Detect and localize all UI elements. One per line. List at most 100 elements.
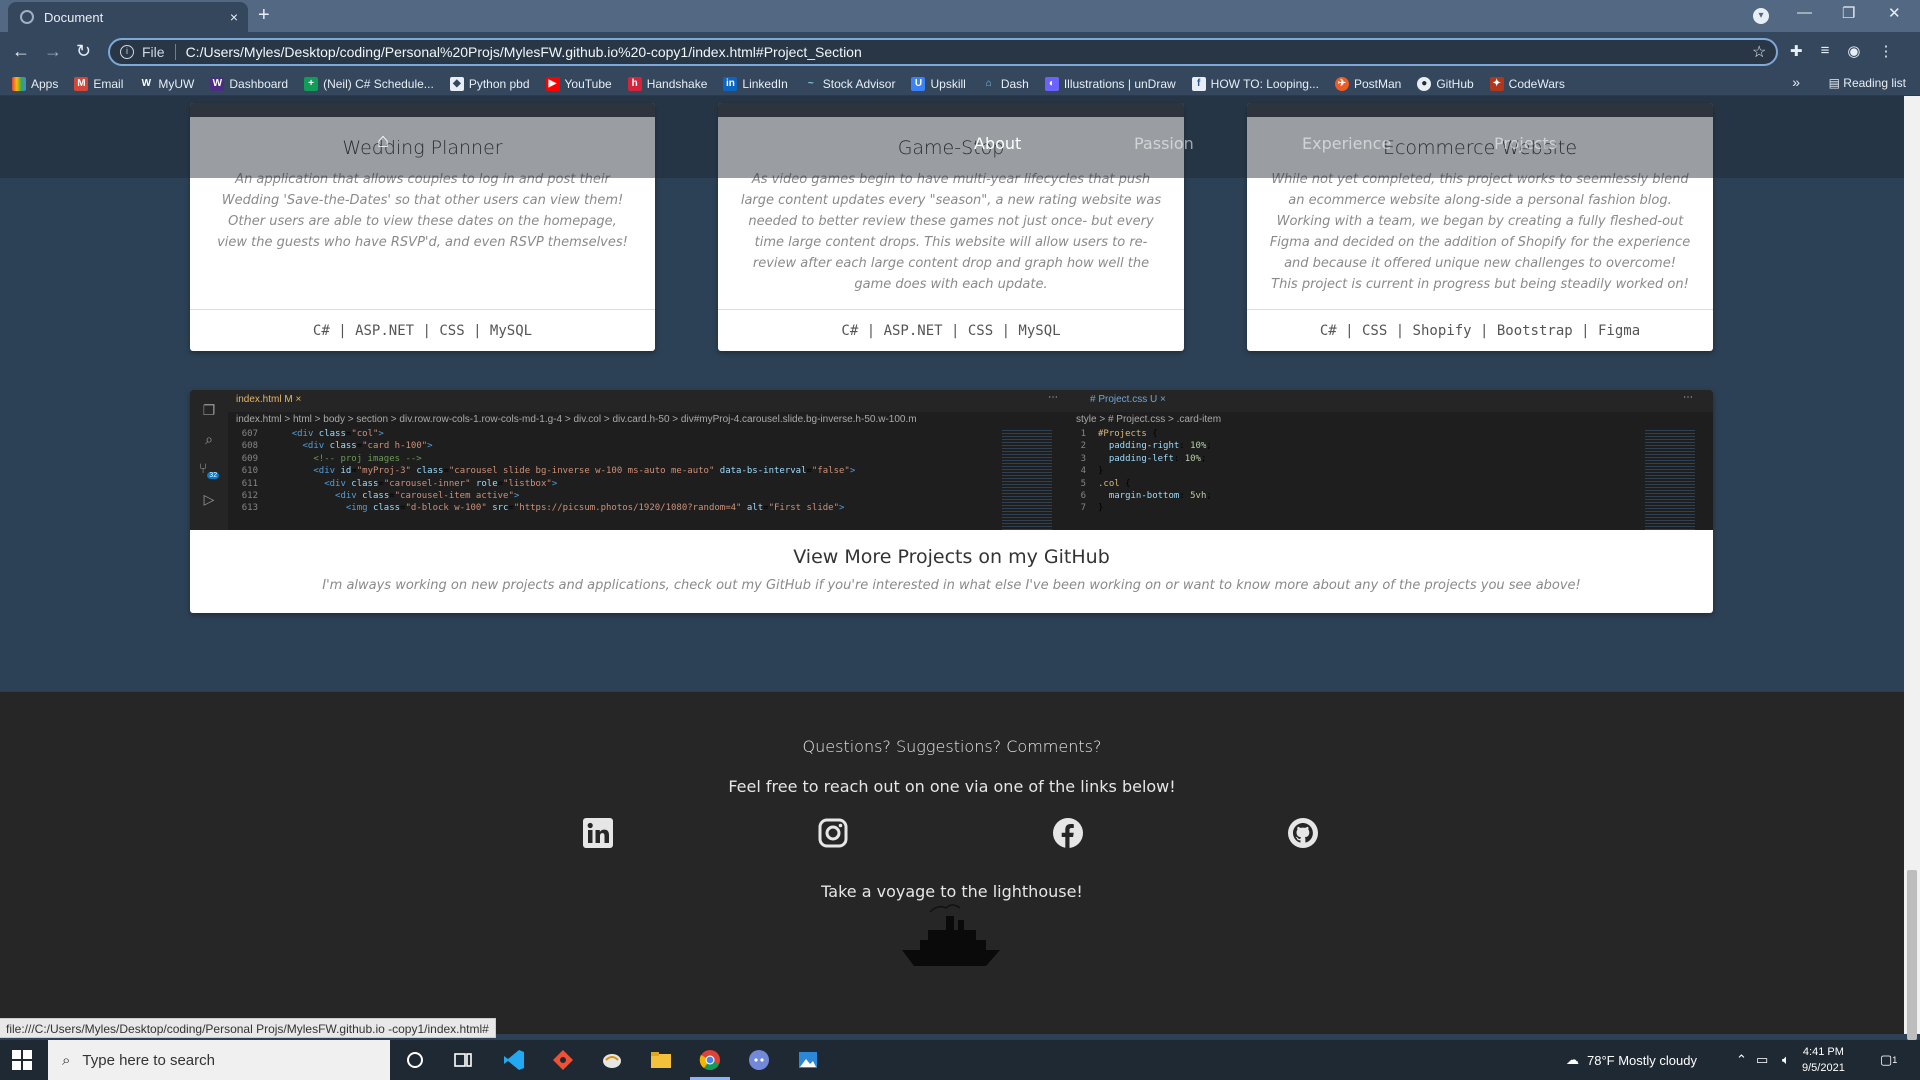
github-card-title[interactable]: View More Projects on my GitHub xyxy=(190,546,1713,568)
git-kraken-icon[interactable] xyxy=(551,1048,575,1072)
bookmark-dashboard[interactable]: W Dashboard xyxy=(210,76,288,91)
vscode-minimap xyxy=(1645,428,1695,530)
github-projects-card[interactable]: ❐ ⌕ ⑂ 32 ▷ index.html M × # Project.css U… xyxy=(190,390,1713,613)
uw-icon: W xyxy=(139,76,154,91)
file-explorer-icon[interactable] xyxy=(649,1048,673,1072)
window-close-icon[interactable]: ✕ xyxy=(1888,4,1901,22)
site-footer: Questions? Suggestions? Comments? Feel f… xyxy=(0,691,1904,1034)
bookmark-label: Python pbd xyxy=(468,76,530,91)
bookmark-youtube[interactable]: ▶ YouTube xyxy=(545,76,612,91)
github-card-text: I'm always working on new projects and a… xyxy=(322,578,1581,593)
task-view-icon[interactable] xyxy=(451,1048,475,1072)
notifications-icon[interactable]: ▢ 1 xyxy=(1880,1040,1897,1080)
bookmark-stock-advisor[interactable]: ~ Stock Advisor xyxy=(803,76,895,91)
reading-list-button[interactable]: ▤ Reading list xyxy=(1829,76,1906,90)
extensions-icon[interactable]: ✚ xyxy=(1790,42,1803,60)
tray-chevron-icon[interactable]: ⌃ xyxy=(1736,1040,1747,1080)
taskbar-search[interactable]: ⌕ Type here to search xyxy=(48,1040,390,1080)
breadcrumb-right: style > # Project.css > .card-item xyxy=(1076,414,1222,425)
volume-icon[interactable]: 🔈︎ xyxy=(1782,1040,1790,1080)
back-icon[interactable]: ← xyxy=(12,41,30,62)
bookmark-myuw[interactable]: W MyUW xyxy=(139,76,194,91)
vscode-screenshot: ❐ ⌕ ⑂ 32 ▷ index.html M × # Project.css U… xyxy=(190,390,1713,530)
github-icon[interactable] xyxy=(1287,817,1319,849)
search-icon: ⌕ xyxy=(205,431,213,447)
site-info-icon[interactable]: i xyxy=(120,45,134,59)
vscode-activity-bar: ❐ ⌕ ⑂ 32 ▷ xyxy=(190,390,228,530)
vscode-tab-css: # Project.css U × xyxy=(1090,394,1166,405)
bookmark-label: LinkedIn xyxy=(742,76,788,91)
nav-passion[interactable]: Passion xyxy=(1134,134,1194,153)
bookmark-apps[interactable]: Apps xyxy=(12,76,58,91)
bookmark-schedule[interactable]: + (Neil) C# Schedule... xyxy=(304,76,434,91)
bookmark-star-icon[interactable]: ☆ xyxy=(1752,42,1766,62)
instagram-icon[interactable] xyxy=(817,817,849,849)
footer-reach-out: Feel free to reach out on one via one of… xyxy=(728,777,1176,796)
bookmarks-bar: Apps M Email W MyUW W Dashboard + (Neil) C# … xyxy=(0,72,1920,96)
network-icon[interactable]: ▭ xyxy=(1756,1040,1768,1080)
bookmark-handshake[interactable]: h Handshake xyxy=(627,76,707,91)
menu-kebab-icon[interactable]: ⋮ xyxy=(1878,42,1893,60)
github-icon: ● xyxy=(1417,76,1432,91)
bookmark-email[interactable]: M Email xyxy=(74,76,124,91)
bookmark-codewars[interactable]: ✦ CodeWars xyxy=(1489,76,1565,91)
source-control-badge: 32 xyxy=(207,471,220,479)
scrollbar-thumb[interactable] xyxy=(1907,870,1917,1040)
more-bookmarks-button[interactable]: » xyxy=(1792,74,1800,90)
nav-experience[interactable]: Experience xyxy=(1302,134,1391,153)
windows-start-icon[interactable] xyxy=(12,1050,32,1070)
chrome-icon[interactable] xyxy=(698,1048,722,1072)
home-icon[interactable]: ⌂ xyxy=(377,130,399,152)
new-tab-button[interactable]: + xyxy=(258,4,270,27)
footer-voyage-link[interactable]: Take a voyage to the lighthouse! xyxy=(0,882,1904,901)
media-queue-icon[interactable]: ≡ xyxy=(1821,42,1830,60)
browser-tab[interactable]: Document × xyxy=(8,2,248,32)
reading-list-label: Reading list xyxy=(1843,76,1906,90)
bookmark-label: Email xyxy=(93,76,124,91)
bookmark-postman[interactable]: ✈ PostMan xyxy=(1334,76,1401,91)
link-status-bar: file:///C:/Users/Myles/Desktop/coding/Pe… xyxy=(0,1018,496,1038)
vscode-app-icon[interactable] xyxy=(502,1048,526,1072)
bookmark-upskill[interactable]: U Upskill xyxy=(911,76,966,91)
bookmark-linkedin[interactable]: in LinkedIn xyxy=(723,76,788,91)
nav-projects[interactable]: Projects xyxy=(1494,134,1557,153)
search-icon: ⌕ xyxy=(62,1051,71,1069)
project-tech-stack: C# | ASP.NET | CSS | MySQL xyxy=(190,309,655,351)
weather-widget[interactable]: ☁ 78°F Mostly cloudy xyxy=(1566,1040,1697,1080)
bookmark-dash[interactable]: ⌂ Dash xyxy=(981,76,1029,91)
bookmark-github[interactable]: ● GitHub xyxy=(1417,76,1474,91)
profile-avatar[interactable]: ◉ xyxy=(1847,42,1860,60)
tab-title: Document xyxy=(44,9,104,25)
minimize-icon[interactable]: — xyxy=(1797,4,1812,21)
reload-icon[interactable]: ↻ xyxy=(76,41,91,62)
bookmark-python[interactable]: ◆ Python pbd xyxy=(449,76,530,91)
project-tech-stack: C# | ASP.NET | CSS | MySQL xyxy=(718,309,1184,351)
photos-icon[interactable] xyxy=(796,1048,820,1072)
more-actions-icon: ⋯ xyxy=(1048,392,1058,403)
taskbar-search-placeholder: Type here to search xyxy=(82,1051,215,1069)
mysql-workbench-icon[interactable] xyxy=(600,1048,624,1072)
run-icon: ▷ xyxy=(203,490,215,507)
tab-search-icon[interactable]: ▾ xyxy=(1753,8,1769,24)
stock-advisor-icon: ~ xyxy=(803,76,818,91)
url-divider xyxy=(174,44,176,60)
facebook-icon[interactable] xyxy=(1052,817,1084,849)
bookmark-howto[interactable]: f HOW TO: Looping... xyxy=(1191,76,1319,91)
files-icon: ❐ xyxy=(202,402,216,418)
bookmark-undraw[interactable]: ◐ Illustrations | unDraw xyxy=(1044,76,1176,91)
linkedin-icon[interactable] xyxy=(582,817,614,849)
apps-grid-icon xyxy=(12,76,26,91)
postman-icon: ✈ xyxy=(1334,76,1349,91)
restore-icon[interactable]: ❐ xyxy=(1842,4,1855,22)
url-text[interactable]: C:/Users/Myles/Desktop/coding/Personal%2… xyxy=(186,44,862,60)
address-bar[interactable]: i File C:/Users/Myles/Desktop/coding/Per… xyxy=(108,38,1778,66)
clock-time: 4:41 PM xyxy=(1802,1046,1844,1058)
cortana-icon[interactable] xyxy=(403,1048,427,1072)
vscode-minimap xyxy=(1002,428,1052,530)
discord-icon[interactable] xyxy=(747,1048,771,1072)
ship-icon[interactable] xyxy=(900,902,1004,972)
system-clock[interactable]: 4:41 PM 9/5/2021 xyxy=(1802,1044,1845,1076)
nav-about[interactable]: About xyxy=(974,134,1021,153)
tab-close-icon[interactable]: × xyxy=(230,9,238,25)
forward-icon[interactable]: → xyxy=(44,41,62,62)
